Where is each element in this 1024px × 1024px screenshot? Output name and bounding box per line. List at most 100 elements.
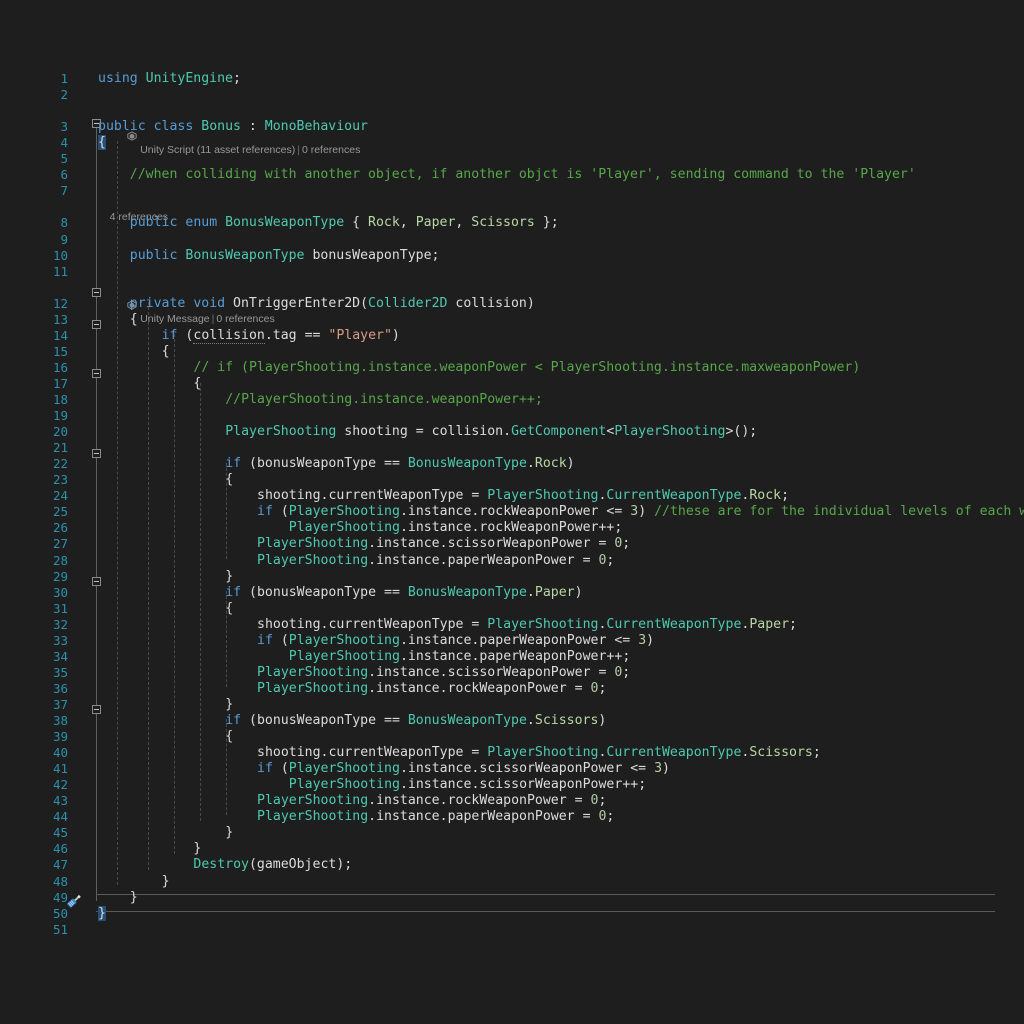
indent-guide-2 xyxy=(148,302,149,870)
code-line[interactable]: //when colliding with another object, if… xyxy=(130,167,916,183)
code-line[interactable]: } xyxy=(98,905,106,922)
code-line[interactable]: } xyxy=(225,697,233,713)
line-number: 44 xyxy=(52,809,68,825)
code-line[interactable]: if (PlayerShooting.instance.rockWeaponPo… xyxy=(257,504,1024,520)
code-line[interactable]: //PlayerShooting.instance.weaponPower++; xyxy=(225,392,543,408)
code-line[interactable]: { xyxy=(225,729,233,745)
code-line[interactable]: shooting.currentWeaponType = PlayerShoot… xyxy=(257,617,797,633)
code-line[interactable]: PlayerShooting shooting = collision.GetC… xyxy=(225,424,757,440)
code-line[interactable]: PlayerShooting.instance.paperWeaponPower… xyxy=(289,649,630,665)
line-number: 5 xyxy=(60,151,68,167)
code-line[interactable]: shooting.currentWeaponType = PlayerShoot… xyxy=(257,488,789,504)
fold-marker-line-38[interactable] xyxy=(92,705,101,714)
code-editor[interactable]: 1 2 3 4 5 6 7 8 9 10 11 12 13 14 15 16 17 18 19 20 21 22 23 24 2… xyxy=(0,0,1024,1024)
fold-marker-line-22[interactable] xyxy=(92,449,101,458)
line-number: 51 xyxy=(52,921,68,937)
line-number: 47 xyxy=(52,857,68,873)
line-number: 16 xyxy=(52,359,68,375)
code-line[interactable]: } xyxy=(193,841,201,857)
line-number: 7 xyxy=(60,183,68,199)
indent-guide-1 xyxy=(117,141,118,885)
line-number: 50 xyxy=(52,905,68,921)
code-line[interactable]: using UnityEngine; xyxy=(98,71,241,87)
line-number: 40 xyxy=(52,745,68,761)
line-number: 33 xyxy=(52,632,68,648)
code-line[interactable]: PlayerShooting.instance.rockWeaponPower+… xyxy=(289,520,623,536)
code-line[interactable]: public BonusWeaponType bonusWeaponType; xyxy=(130,248,440,264)
code-line[interactable]: if (bonusWeaponType == BonusWeaponType.S… xyxy=(225,713,606,729)
code-line[interactable]: PlayerShooting.instance.scissorWeaponPow… xyxy=(257,665,630,681)
line-number: 29 xyxy=(52,568,68,584)
code-line[interactable]: { xyxy=(225,601,233,617)
code-line[interactable]: } xyxy=(225,569,233,585)
code-line[interactable]: PlayerShooting.instance.rockWeaponPower … xyxy=(257,681,606,697)
codelens-separator-1: | xyxy=(297,144,300,156)
code-line[interactable]: { xyxy=(193,376,201,392)
line-number: 23 xyxy=(52,472,68,488)
code-line[interactable]: // if (PlayerShooting.instance.weaponPow… xyxy=(193,360,860,376)
code-line[interactable]: if (collision.tag == "Player") xyxy=(162,327,400,344)
line-number: 27 xyxy=(52,536,68,552)
codelens-text-3[interactable]: Unity Message xyxy=(140,313,209,325)
line-number: 42 xyxy=(52,777,68,793)
line-number: 28 xyxy=(52,552,68,568)
line-number: 34 xyxy=(52,648,68,664)
line-number: 10 xyxy=(52,247,68,263)
structure-guide-class xyxy=(96,125,97,901)
line-number: 11 xyxy=(52,263,68,279)
line-number: 39 xyxy=(52,729,68,745)
line-number: 4 xyxy=(60,135,68,151)
codelens-text-1b[interactable]: 0 references xyxy=(302,144,360,156)
code-line[interactable]: if (PlayerShooting.instance.scissorWeapo… xyxy=(257,761,670,777)
code-line[interactable]: private void OnTriggerEnter2D(Collider2D… xyxy=(130,296,535,312)
code-line[interactable]: Destroy(gameObject); xyxy=(193,857,352,873)
line-number: 12 xyxy=(52,295,68,311)
code-line[interactable]: { xyxy=(130,312,138,328)
line-number: 31 xyxy=(52,600,68,616)
line-number: 45 xyxy=(52,825,68,841)
code-line[interactable]: { xyxy=(98,135,106,151)
code-line[interactable]: } xyxy=(162,874,170,890)
line-number: 37 xyxy=(52,696,68,712)
code-line[interactable]: public class Bonus : MonoBehaviour xyxy=(98,119,368,135)
codelens-text-1[interactable]: Unity Script (11 asset references) xyxy=(140,144,295,156)
code-line[interactable]: PlayerShooting.instance.paperWeaponPower… xyxy=(257,553,614,569)
codelens-unity-script[interactable]: Unity Script (11 asset references) | 0 ref… xyxy=(98,103,360,173)
code-line[interactable]: PlayerShooting.instance.scissorWeaponPow… xyxy=(289,777,646,793)
fold-marker-line-30[interactable] xyxy=(92,577,101,586)
code-line[interactable]: { xyxy=(162,344,170,360)
fold-marker-line-17[interactable] xyxy=(92,369,101,378)
line-number: 32 xyxy=(52,616,68,632)
codelens-text-3b[interactable]: 0 references xyxy=(216,313,274,325)
line-number: 21 xyxy=(52,440,68,456)
line-number: 35 xyxy=(52,664,68,680)
line-number: 48 xyxy=(52,873,68,889)
line-number: 36 xyxy=(52,680,68,696)
line-number: 49 xyxy=(52,889,68,905)
line-number: 25 xyxy=(52,504,68,520)
line-number: 24 xyxy=(52,488,68,504)
line-number: 22 xyxy=(52,456,68,472)
code-line[interactable]: } xyxy=(130,890,138,906)
line-number: 41 xyxy=(52,761,68,777)
code-line[interactable]: PlayerShooting.instance.scissorWeaponPow… xyxy=(257,536,630,552)
code-line[interactable]: shooting.currentWeaponType = PlayerShoot… xyxy=(257,745,821,761)
line-number: 9 xyxy=(60,231,68,247)
indent-guide-3 xyxy=(174,334,175,854)
code-line[interactable]: } xyxy=(225,825,233,841)
line-number: 13 xyxy=(52,311,68,327)
current-line-bottom-border xyxy=(96,911,995,912)
code-line[interactable]: { xyxy=(225,472,233,488)
line-number: 17 xyxy=(52,375,68,391)
current-line-top-border xyxy=(96,894,995,895)
code-line[interactable]: if (bonusWeaponType == BonusWeaponType.P… xyxy=(225,585,582,601)
code-line[interactable]: if (bonusWeaponType == BonusWeaponType.R… xyxy=(225,456,574,472)
line-number: 6 xyxy=(60,167,68,183)
code-line[interactable]: public enum BonusWeaponType { Rock, Pape… xyxy=(130,215,559,231)
line-number: 1 xyxy=(60,71,68,86)
indent-guide-4 xyxy=(200,383,201,821)
code-line[interactable]: PlayerShooting.instance.rockWeaponPower … xyxy=(257,793,606,809)
code-line[interactable]: if (PlayerShooting.instance.paperWeaponP… xyxy=(257,633,654,649)
code-line[interactable]: PlayerShooting.instance.paperWeaponPower… xyxy=(257,809,614,825)
line-number: 14 xyxy=(52,327,68,343)
